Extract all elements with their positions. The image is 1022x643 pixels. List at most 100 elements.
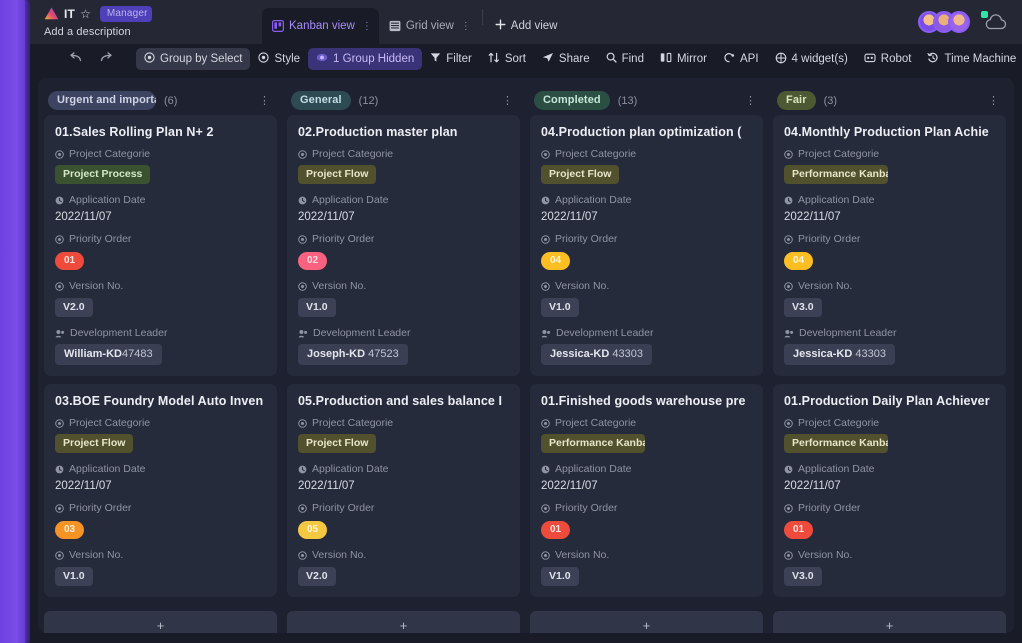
column-cards: 01.Sales Rolling Plan N+ 2 Project Categ… — [44, 115, 277, 633]
label-text: Development Leader — [556, 327, 654, 340]
add-card-button[interactable]: + — [773, 611, 1006, 633]
label-text: Priority Order — [69, 233, 132, 246]
api-button[interactable]: API — [715, 48, 767, 70]
kanban-card[interactable]: 04.Monthly Production Plan Achie Project… — [773, 115, 1006, 377]
style-button[interactable]: Style — [250, 48, 308, 70]
avatar[interactable] — [948, 11, 970, 33]
card-title: 01.Sales Rolling Plan N+ 2 — [55, 125, 214, 140]
share-button[interactable]: Share — [534, 48, 598, 70]
kanban-column: General (12) ⋮ 02.Production master plan… — [287, 86, 520, 633]
column-tag[interactable]: Fair — [777, 91, 816, 111]
label-text: Application Date — [555, 463, 632, 476]
filter-icon — [430, 52, 441, 66]
kanban-card[interactable]: 05.Production and sales balance I Projec… — [287, 384, 520, 598]
column-cards: 02.Production master plan Project Catego… — [287, 115, 520, 633]
widgets-button[interactable]: 4 widget(s) — [767, 48, 856, 71]
field-label-version: Version No. — [55, 549, 266, 561]
tab-grid-view[interactable]: Grid view ⋮ — [379, 8, 478, 44]
filter-button[interactable]: Filter — [422, 48, 480, 70]
label-text: Development Leader — [313, 327, 411, 340]
card-title: 01.Finished goods warehouse pre — [541, 394, 746, 409]
field-label-priority: Priority Order — [541, 502, 752, 514]
kanban-card[interactable]: 01.Production Daily Plan Achiever Projec… — [773, 384, 1006, 598]
more-vertical-icon[interactable]: ⋮ — [745, 95, 759, 106]
robot-button[interactable]: Robot — [856, 48, 920, 70]
find-button[interactable]: Find — [598, 48, 652, 70]
add-card-button[interactable]: + — [530, 611, 763, 633]
field-label-date: Application Date — [55, 194, 266, 206]
category-chip: Performance Kanban — [541, 434, 645, 454]
tab-kanban-view[interactable]: Kanban view ⋮ — [262, 8, 379, 44]
group-hidden-button[interactable]: 1 Group Hidden — [308, 48, 423, 70]
kanban-card[interactable]: 01.Finished goods warehouse pre Project … — [530, 384, 763, 598]
kanban-card[interactable]: 03.BOE Foundry Model Auto Inven Project … — [44, 384, 277, 598]
member-icon — [541, 329, 551, 338]
group-by-button[interactable]: Group by Select — [136, 48, 251, 70]
view-tabs: Kanban view ⋮ Grid view ⋮ Add view — [262, 0, 918, 44]
more-vertical-icon[interactable]: ⋮ — [259, 95, 273, 106]
sort-button[interactable]: Sort — [480, 48, 534, 70]
leader-name: Jessica-KD — [550, 348, 610, 361]
label-text: Version No. — [798, 549, 853, 562]
version-chip: V3.0 — [784, 567, 822, 587]
add-card-button[interactable]: + — [287, 611, 520, 633]
style-label: Style — [274, 53, 301, 65]
field-label-priority: Priority Order — [298, 233, 509, 245]
cloud-sync-icon[interactable] — [981, 11, 1008, 32]
sort-label: Sort — [504, 53, 526, 65]
star-outline-icon[interactable]: ☆ — [80, 8, 91, 20]
more-vertical-icon[interactable]: ⋮ — [461, 21, 471, 31]
kanban-card[interactable]: 02.Production master plan Project Catego… — [287, 115, 520, 377]
priority-pill: 04 — [784, 252, 814, 271]
leader-id: 47483 — [121, 348, 153, 361]
undo-arrow-icon[interactable] — [68, 51, 82, 67]
add-card-button[interactable]: + — [44, 611, 277, 633]
column-tag[interactable]: Urgent and important — [48, 91, 156, 111]
field-label-version: Version No. — [784, 280, 995, 292]
field-label-leader: Development Leader — [541, 327, 752, 339]
field-label-date: Application Date — [298, 194, 509, 206]
label-text: Priority Order — [69, 502, 132, 515]
left-nav-rail[interactable] — [0, 0, 31, 643]
version-chip: V1.0 — [55, 567, 93, 587]
add-view-button[interactable]: Add view — [487, 8, 566, 44]
field-label-category: Project Categorie — [784, 148, 995, 160]
column-tag[interactable]: Completed — [534, 91, 610, 111]
member-icon — [55, 329, 65, 338]
category-chip: Project Flow — [298, 434, 377, 454]
kanban-app-window: IT ☆ Manager Add a description Kanban vi… — [0, 0, 1022, 643]
label-text: Project Categorie — [798, 148, 880, 161]
widget-icon — [775, 52, 787, 67]
manage-badge[interactable]: Manager — [99, 5, 152, 22]
leader-name: William-KD — [64, 348, 122, 361]
single-select-icon — [784, 550, 793, 560]
field-label-priority: Priority Order — [298, 502, 509, 514]
field-label-leader: Development Leader — [784, 327, 995, 339]
more-vertical-icon[interactable]: ⋮ — [502, 95, 516, 106]
field-label-version: Version No. — [541, 280, 752, 292]
more-vertical-icon[interactable]: ⋮ — [988, 95, 1002, 106]
leader-chip: Jessica-KD 43303 — [784, 344, 895, 366]
single-select-icon — [541, 234, 550, 244]
tab-grid-label: Grid view — [405, 20, 454, 32]
more-vertical-icon[interactable]: ⋮ — [362, 21, 372, 31]
priority-pill: 04 — [541, 252, 571, 271]
base-description[interactable]: Add a description — [44, 26, 164, 38]
time-machine-button[interactable]: Time Machine — [919, 48, 1022, 70]
gear-icon — [258, 52, 270, 66]
kanban-card[interactable]: 01.Sales Rolling Plan N+ 2 Project Categ… — [44, 115, 277, 377]
collaborator-avatars[interactable] — [918, 11, 970, 33]
field-label-leader: Development Leader — [298, 327, 509, 339]
kanban-view-icon — [272, 20, 284, 32]
field-label-version: Version No. — [541, 549, 752, 561]
redo-arrow-icon[interactable] — [100, 51, 114, 67]
leader-id: 47523 — [368, 348, 399, 361]
kanban-card[interactable]: 04.Production plan optimization ( Projec… — [530, 115, 763, 377]
clock-icon — [541, 196, 550, 205]
date-value: 2022/11/07 — [55, 211, 112, 224]
mirror-button[interactable]: Mirror — [652, 48, 715, 70]
column-tag[interactable]: General — [291, 91, 351, 111]
date-value: 2022/11/07 — [541, 211, 598, 224]
label-text: Application Date — [312, 194, 389, 207]
column-count: (12) — [358, 94, 379, 107]
